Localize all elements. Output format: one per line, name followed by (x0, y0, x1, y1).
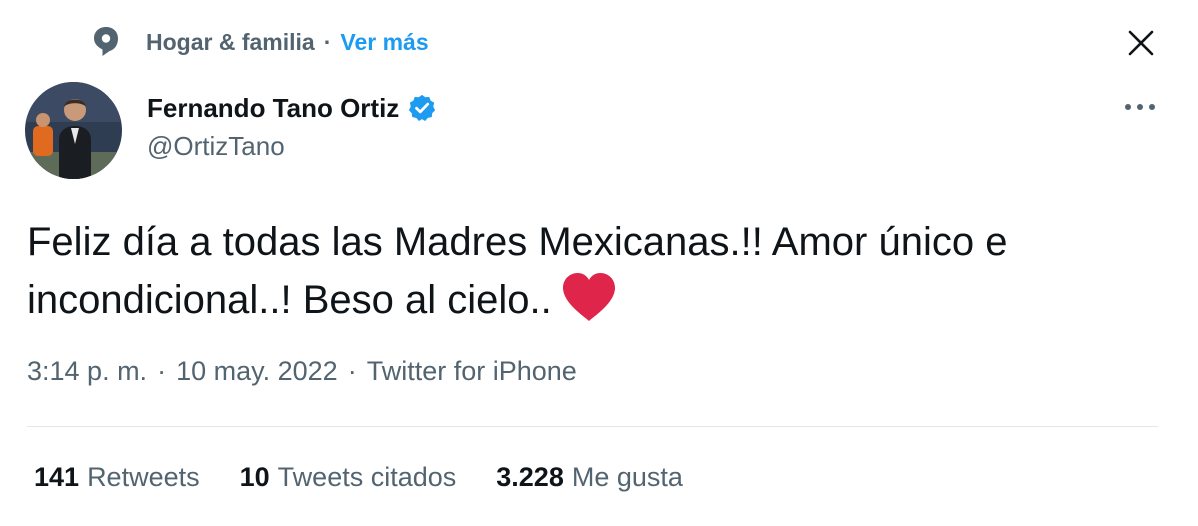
likes-label: Me gusta (571, 462, 683, 492)
author-name-row: Fernando Tano Ortiz (147, 90, 437, 126)
heart-emoji (560, 271, 618, 323)
engagement-stats: 141 Retweets 10 Tweets citados 3.228 Me … (34, 462, 723, 493)
meta-separator: · (347, 356, 357, 386)
tweet-meta: 3:14 p. m. · 10 may. 2022 · Twitter for … (27, 356, 577, 387)
close-icon (1128, 30, 1154, 56)
author-name[interactable]: Fernando Tano Ortiz (147, 93, 399, 124)
avatar[interactable] (25, 82, 122, 179)
close-button[interactable] (1124, 26, 1158, 60)
quote-tweets-count: 10 (239, 462, 270, 492)
tweet-source[interactable]: Twitter for iPhone (367, 356, 577, 387)
topic-context: Hogar & familia · Ver más (92, 22, 429, 62)
quote-tweets-label: Tweets citados (277, 462, 457, 492)
author-handle[interactable]: @OrtizTano (147, 131, 285, 162)
tweet-text-content: Feliz día a todas las Madres Mexicanas.!… (27, 220, 1008, 322)
tweet-date[interactable]: 10 may. 2022 (176, 356, 338, 387)
likes-count: 3.228 (496, 462, 564, 492)
see-more-link[interactable]: Ver más (340, 29, 428, 56)
context-separator: · (323, 28, 332, 55)
likes-stat[interactable]: 3.228 Me gusta (496, 462, 683, 493)
more-options-button[interactable] (1122, 92, 1158, 122)
tweet-time[interactable]: 3:14 p. m. (27, 356, 147, 387)
meta-separator: · (157, 356, 167, 386)
tweet-detail: Hogar & familia · Ver más Fernando Tano … (0, 0, 1198, 526)
retweets-stat[interactable]: 141 Retweets (34, 462, 200, 493)
retweets-count: 141 (34, 462, 80, 492)
divider (27, 426, 1158, 427)
more-horizontal-icon (1125, 104, 1155, 110)
tweet-text: Feliz día a todas las Madres Mexicanas.!… (27, 213, 1167, 329)
topic-icon (92, 25, 120, 59)
retweets-label: Retweets (87, 462, 200, 492)
verified-badge-icon (407, 93, 437, 123)
quote-tweets-stat[interactable]: 10 Tweets citados (240, 462, 457, 493)
topic-label[interactable]: Hogar & familia (146, 29, 315, 56)
